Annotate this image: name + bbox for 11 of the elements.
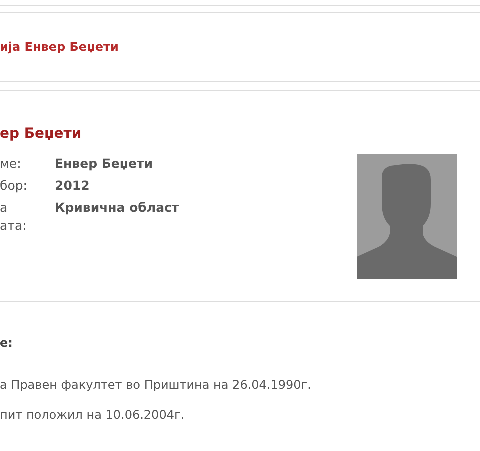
profile-heading: ер Беџети — [0, 125, 83, 143]
section-label: е: — [0, 336, 14, 350]
field-label: бор: — [0, 177, 29, 195]
paragraph: а Правен факултет во Приштина на 26.04.1990г. — [0, 377, 312, 393]
field-value: 2012 — [55, 177, 90, 195]
field-value: Кривична област — [55, 199, 180, 217]
field-label: а ата: — [0, 199, 28, 235]
field-label: ме: — [0, 155, 22, 173]
breadcrumb-link[interactable]: ија Енвер Беџети — [0, 40, 119, 54]
paragraph: пит положил на 10.06.2004г. — [0, 407, 186, 423]
field-value: Енвер Беџети — [55, 155, 153, 173]
